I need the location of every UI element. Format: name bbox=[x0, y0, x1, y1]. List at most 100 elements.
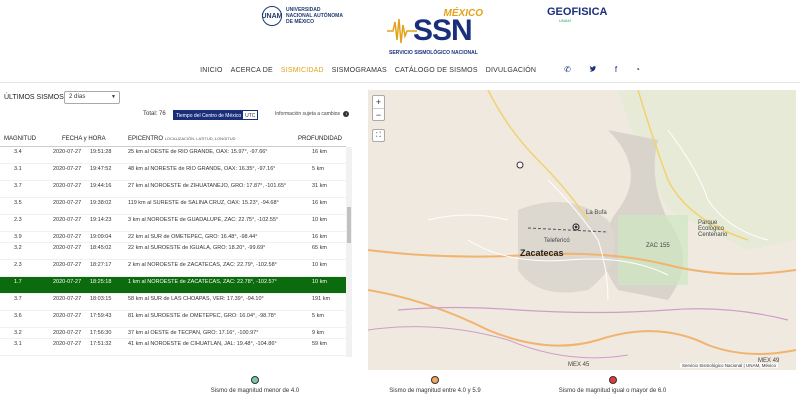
table-row[interactable]: 3.7 2020-07-27 19:44:16 27 km al NOROESTE d… bbox=[0, 181, 346, 198]
col-epicenter[interactable]: EPICENTRO LOCALIZACIÓN, LATITUD, LONGITU… bbox=[128, 136, 236, 142]
table-row[interactable]: 3.4 2020-07-27 19:51:28 25 km al OESTE de R… bbox=[0, 147, 346, 164]
table-row[interactable]: 1.7 2020-07-27 18:25:18 1 km al NOROESTE de… bbox=[0, 277, 346, 295]
cell-time: 18:03:15 bbox=[90, 296, 112, 303]
cell-time: 19:44:16 bbox=[90, 183, 112, 189]
col-datetime[interactable]: FECHA y HORA bbox=[62, 136, 106, 142]
cell-mag: 3.2 bbox=[14, 245, 22, 252]
nav-item-acerca[interactable]: ACERCA DE bbox=[231, 67, 273, 74]
geofisica-logo[interactable]: GEOFISICA UNAM bbox=[547, 6, 608, 23]
fullscreen-button[interactable]: ⛶ bbox=[372, 129, 385, 142]
table-row[interactable]: 3.2 2020-07-27 17:56:30 37 km al OESTE de T… bbox=[0, 328, 346, 340]
total-row: Total: 76 Tiempo del Centro de México UT… bbox=[0, 110, 360, 122]
quake-marker[interactable] bbox=[516, 161, 524, 169]
geofisica-sub: UNAM bbox=[559, 18, 571, 23]
cell-epi: 41 km al NOROESTE de CIHUATLAN, JAL: 19.… bbox=[128, 341, 277, 348]
cell-date: 2020-07-27 bbox=[53, 217, 82, 223]
cell-mag: 3.6 bbox=[14, 313, 22, 320]
cell-date: 2020-07-27 bbox=[53, 200, 82, 206]
unam-name: UNIVERSIDAD NACIONAL AUTÓNOMA DE MÉXICO bbox=[286, 7, 343, 25]
unam-logo[interactable]: UNAM UNIVERSIDAD NACIONAL AUTÓNOMA DE MÉ… bbox=[262, 6, 346, 26]
table-row[interactable]: 3.5 2020-07-27 19:38:02 119 km al SURESTE d… bbox=[0, 198, 346, 215]
unam-seal-icon: UNAM bbox=[262, 6, 283, 26]
divider bbox=[0, 82, 800, 83]
legend-dot-low bbox=[251, 376, 259, 384]
map-label-zac155: ZAC 155 bbox=[646, 243, 670, 249]
cell-depth: 65 km bbox=[312, 245, 327, 252]
nav-item-sismogramas[interactable]: SISMOGRAMAS bbox=[332, 67, 387, 74]
table-row[interactable]: 3.9 2020-07-27 19:09:04 22 km al SUR de OME… bbox=[0, 232, 346, 244]
main-nav: INICIO ACERCA DE SISMICIDAD SISMOGRAMAS … bbox=[0, 62, 800, 78]
table-row[interactable]: 3.6 2020-07-27 17:59:43 81 km al SUROESTE d… bbox=[0, 311, 346, 329]
cell-date: 2020-07-27 bbox=[53, 330, 82, 337]
latest-quakes-label: ÚLTIMOS SISMOS bbox=[4, 94, 64, 101]
legend-label-high: Sismo de magnitud igual o mayor de 6.0 bbox=[558, 388, 667, 394]
map-label-la-bufa: La Bufa bbox=[586, 210, 607, 216]
legend-dot-mid bbox=[431, 376, 439, 384]
range-select[interactable]: 2 días ▼ bbox=[64, 91, 120, 104]
cell-depth: 5 km bbox=[312, 313, 324, 320]
map[interactable]: La Bufa Parque Ecológico Centenario ZAC … bbox=[368, 90, 796, 370]
tz-center-button[interactable]: Tiempo del Centro de México bbox=[174, 111, 244, 119]
cell-time: 18:27:17 bbox=[90, 262, 112, 269]
cell-epi: 58 km al SUR de LAS CHOAPAS, VER: 17.39°… bbox=[128, 296, 264, 303]
scroll-thumb[interactable] bbox=[347, 207, 351, 243]
legend: Sismo de magnitud menor de 4.0 Sismo de … bbox=[0, 372, 800, 400]
cell-depth: 59 km bbox=[312, 341, 327, 348]
cell-time: 19:14:23 bbox=[90, 217, 112, 223]
quake-table: 3.4 2020-07-27 19:51:28 25 km al OESTE de R… bbox=[0, 147, 346, 357]
chevron-down-icon: ▼ bbox=[111, 94, 116, 100]
cell-date: 2020-07-27 bbox=[53, 166, 82, 172]
cell-date: 2020-07-27 bbox=[53, 296, 82, 303]
cell-depth: 31 km bbox=[312, 183, 327, 189]
rss-icon[interactable]: ◔ bbox=[635, 65, 640, 75]
table-row[interactable]: 2.3 2020-07-27 18:27:17 2 km al NOROESTE de… bbox=[0, 260, 346, 278]
site-header: UNAM UNIVERSIDAD NACIONAL AUTÓNOMA DE MÉ… bbox=[0, 0, 800, 60]
map-attribution[interactable]: Servicio Sismológico Nacional | UNAM, Mé… bbox=[680, 363, 778, 368]
total-count: Total: 76 bbox=[143, 111, 166, 117]
list-controls: ÚLTIMOS SISMOS 2 días ▼ bbox=[0, 90, 360, 110]
cell-depth: 16 km bbox=[312, 234, 327, 240]
info-icon[interactable]: i bbox=[343, 111, 350, 117]
cell-mag: 3.5 bbox=[14, 200, 22, 206]
map-label-parque: Parque Ecológico Centenario bbox=[698, 220, 728, 238]
cell-mag: 2.3 bbox=[14, 262, 22, 269]
cell-date: 2020-07-27 bbox=[53, 341, 82, 348]
cell-time: 19:09:04 bbox=[90, 234, 112, 240]
cell-epi: 81 km al SUROESTE de OMETEPEC, GRO: 16.0… bbox=[128, 313, 277, 320]
col-epicenter-sub: LOCALIZACIÓN, LATITUD, LONGITUD bbox=[164, 136, 236, 141]
col-magnitude[interactable]: MAGNITUD bbox=[4, 136, 36, 142]
cell-time: 19:38:02 bbox=[90, 200, 112, 206]
cell-mag: 3.9 bbox=[14, 234, 22, 240]
table-row[interactable]: 3.1 2020-07-27 19:47:52 48 km al NORESTE de… bbox=[0, 164, 346, 181]
nav-item-inicio[interactable]: INICIO bbox=[200, 67, 223, 74]
cell-depth: 16 km bbox=[312, 200, 327, 206]
table-row[interactable]: 3.82020-07-2717:47:0028 km al SUROESTE d… bbox=[0, 356, 346, 357]
legend-item-mid: Sismo de magnitud entre 4.0 y 5.9 bbox=[370, 376, 500, 394]
table-row[interactable]: 3.2 2020-07-27 18:45:02 22 km al SUROESTE d… bbox=[0, 243, 346, 261]
zoom-out-button[interactable]: − bbox=[373, 108, 384, 120]
col-depth[interactable]: PROFUNDIDAD bbox=[298, 136, 342, 142]
zoom-control: + − bbox=[372, 95, 385, 121]
legend-item-low: Sismo de magnitud menor de 4.0 bbox=[190, 376, 320, 394]
col-epicenter-label: EPICENTRO bbox=[128, 136, 164, 142]
phone-icon[interactable]: ✆ bbox=[564, 65, 571, 75]
cell-mag: 1.7 bbox=[14, 279, 22, 286]
twitter-icon[interactable] bbox=[589, 65, 597, 75]
nav-item-divulgacion[interactable]: DIVULGACIÓN bbox=[486, 67, 536, 74]
table-row[interactable]: 3.7 2020-07-27 18:03:15 58 km al SUR de LAS… bbox=[0, 294, 346, 312]
facebook-icon[interactable]: f bbox=[615, 65, 617, 75]
cell-epi: 119 km al SURESTE de SALINA CRUZ, OAX: 1… bbox=[128, 200, 279, 206]
ssn-logo[interactable]: MÉXICO SSN SERVICIO SISMOLÓGICO NACIONAL bbox=[385, 8, 485, 58]
cell-epi: 27 km al NOROESTE de ZIHUATANEJO, GRO: 1… bbox=[128, 183, 287, 189]
zoom-in-button[interactable]: + bbox=[373, 96, 384, 108]
nav-item-sismicidad[interactable]: SISMICIDAD bbox=[281, 67, 324, 74]
cell-epi: 2 km al NOROESTE de ZACATECAS, ZAC: 22.7… bbox=[128, 262, 277, 269]
map-city-label: Zacatecas bbox=[520, 248, 564, 258]
tz-utc-button[interactable]: UTC bbox=[243, 111, 257, 119]
table-scrollbar[interactable] bbox=[346, 147, 352, 357]
nav-item-catalogo[interactable]: CATÁLOGO DE SISMOS bbox=[395, 67, 478, 74]
table-row[interactable]: 3.1 2020-07-27 17:51:32 41 km al NOROESTE d… bbox=[0, 339, 346, 357]
table-header: MAGNITUD FECHA y HORA EPICENTRO LOCALIZA… bbox=[0, 133, 346, 147]
table-row[interactable]: 2.3 2020-07-27 19:14:23 3 km al NOROESTE de… bbox=[0, 215, 346, 232]
cell-epi: 22 km al SUR de OMETEPEC, GRO: 16.48°, -… bbox=[128, 234, 258, 240]
